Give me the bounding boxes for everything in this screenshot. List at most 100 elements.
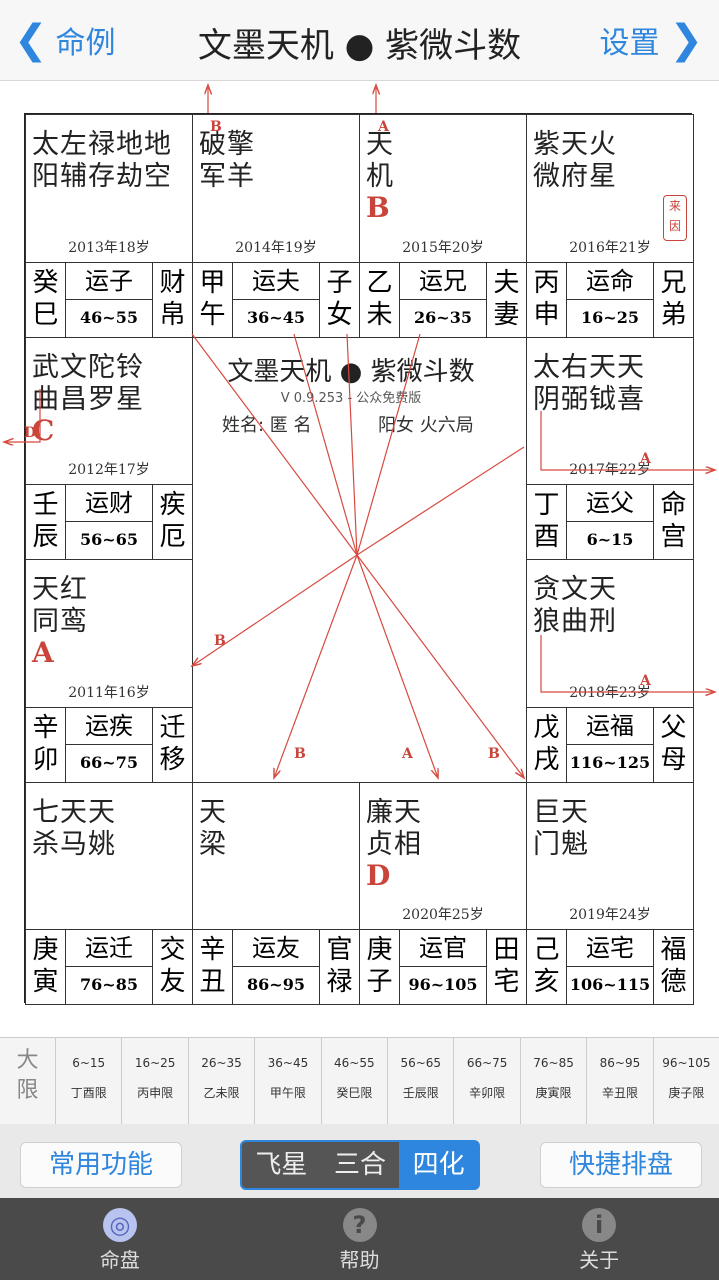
palace-stars: 天红 同鸾: [32, 574, 88, 637]
palace-info-row: 庚子运官 96~105 田宅: [360, 929, 526, 1004]
daxian-row: 大 限 6~15 丁酉限 16~25 丙申限 26~35 乙未限 36~45 甲午限 46~55…: [0, 1037, 719, 1125]
seg-feixing[interactable]: 飞星: [242, 1142, 321, 1188]
palace-stem: 丙申: [527, 262, 567, 337]
daxian-item[interactable]: 76~85 庚寅限: [521, 1038, 588, 1124]
palace-range: 66~75: [80, 752, 138, 772]
daxian-item[interactable]: 16~25 丙申限: [122, 1038, 189, 1124]
palace-yun: 运子: [66, 263, 152, 300]
palace-yun: 运福: [567, 708, 653, 745]
palace-stem: 戊戌: [527, 707, 567, 782]
palace-name: 财帛: [152, 262, 192, 337]
palace-range: 6~15: [586, 530, 634, 549]
laiyin-stamp: 来因: [663, 195, 687, 241]
palace-cell[interactable]: 七天天 杀马姚庚寅运迁 76~85 交友: [25, 781, 193, 1005]
palace-yun: 运友: [233, 930, 319, 967]
palace-cell[interactable]: 天梁辛丑运友 86~95 官禄: [192, 781, 360, 1005]
palace-info-row: 乙未运兄 26~35 夫妻: [360, 261, 526, 337]
palace-age: 2012年17岁: [68, 462, 150, 478]
daxian-item[interactable]: 66~75 辛卯限: [454, 1038, 521, 1124]
tab-label: 帮助: [339, 1248, 380, 1272]
tab-mingpan[interactable]: ◎ 命盘: [0, 1198, 240, 1280]
palace-name: 子女: [319, 262, 359, 337]
palace-yun: 运宅: [567, 930, 653, 967]
tab-about[interactable]: i 关于: [479, 1198, 719, 1280]
target-icon: ◎: [102, 1208, 137, 1242]
palace-info-row: 癸巳运子 46~55 财帛: [26, 261, 192, 337]
palace-range: 106~115: [569, 975, 651, 994]
palace-info-row: 戊戌运福 116~125 父母: [527, 706, 693, 782]
palace-stem: 庚子: [360, 930, 400, 1004]
marker-label: A: [378, 119, 389, 135]
palace-age: 2013年18岁: [68, 239, 150, 256]
palace-cell[interactable]: 破擎 军羊 2014年19岁甲午运夫 36~45 子女: [192, 114, 360, 338]
daxian-item[interactable]: 86~95 辛丑限: [587, 1038, 654, 1124]
daxian-item[interactable]: 6~15 丁酉限: [56, 1038, 123, 1124]
palace-cell[interactable]: 武文陀铃 曲昌罗星 C 2012年17岁壬辰运财 56~65 疾厄: [25, 336, 193, 560]
sihua-mark: A: [32, 636, 54, 669]
marker-label: B: [214, 633, 226, 649]
palace-age: 2015年20岁: [402, 239, 484, 256]
palace-yun: 运命: [567, 263, 653, 300]
seg-sanhe[interactable]: 三合: [321, 1142, 400, 1188]
palace-cell[interactable]: 天红 同鸾 A 2011年16岁辛卯运疾 66~75 迁移: [25, 559, 193, 783]
palace-range: 116~125: [569, 752, 651, 772]
chart-grid: 太左禄地地 阳辅存劫空 2013年18岁癸巳运子 46~55 财帛 破擎 军羊 2014年19…: [24, 113, 694, 1005]
palace-info-row: 辛卯运疾 66~75 迁移: [26, 706, 192, 782]
daxian-item[interactable]: 96~105 庚子限: [654, 1038, 719, 1124]
question-icon: ?: [342, 1208, 377, 1242]
palace-stem: 己亥: [527, 930, 567, 1004]
palace-stem: 壬辰: [26, 485, 66, 559]
palace-cell[interactable]: 巨天 门魁 2019年24岁己亥运宅 106~115 福德: [526, 781, 694, 1005]
palace-stem: 丁酉: [527, 485, 567, 559]
palace-range: 76~85: [80, 975, 138, 994]
palace-range: 56~65: [80, 530, 138, 549]
palace-cell[interactable]: 太右天天 阴弼钺喜 2017年22岁丁酉运父 6~15 命宫: [526, 336, 694, 560]
palace-stars: 廉天 贞相: [366, 796, 422, 860]
center-title: 文墨天机 ● 紫微斗数: [227, 357, 475, 387]
palace-stem: 辛丑: [193, 930, 233, 1004]
palace-stem: 甲午: [193, 262, 233, 337]
palace-yun: 运疾: [66, 708, 152, 745]
daxian-label: 大 限: [0, 1038, 56, 1124]
settings-button[interactable]: 设置 ❯: [599, 17, 703, 63]
seg-sihua[interactable]: 四化: [399, 1142, 478, 1188]
palace-yun: 运财: [66, 485, 152, 522]
tab-label: 关于: [579, 1248, 620, 1272]
tab-help[interactable]: ? 帮助: [240, 1198, 480, 1280]
daxian-item[interactable]: 26~35 乙未限: [189, 1038, 256, 1124]
palace-age: 2016年21岁: [569, 239, 651, 256]
palace-stem: 癸巳: [26, 262, 66, 337]
palace-age: 2019年24岁: [569, 907, 651, 923]
palace-stars: 武文陀铃 曲昌罗星: [32, 351, 144, 415]
palace-cell[interactable]: 天机 B 2015年20岁乙未运兄 26~35 夫妻: [359, 114, 527, 338]
palace-info-row: 壬辰运财 56~65 疾厄: [26, 484, 192, 559]
palace-cell[interactable]: 廉天 贞相 D 2020年25岁庚子运官 96~105 田宅: [359, 781, 527, 1005]
palace-stars: 天梁: [199, 796, 227, 860]
daxian-item[interactable]: 36~45 甲午限: [255, 1038, 322, 1124]
ziwei-chart: 太左禄地地 阳辅存劫空 2013年18岁癸巳运子 46~55 财帛 破擎 军羊 2014年19…: [0, 81, 719, 1037]
daxian-item[interactable]: 46~55 癸巳限: [322, 1038, 389, 1124]
quick-chart-button[interactable]: 快捷排盘: [540, 1142, 702, 1188]
tab-label: 命盘: [99, 1248, 140, 1272]
palace-stars: 紫天火 微府星: [533, 129, 617, 192]
palace-cell[interactable]: 贪文天 狼曲刑 2018年23岁戊戌运福 116~125 父母: [526, 559, 694, 783]
palace-info-row: 丙申运命 16~25 兄弟: [527, 261, 693, 337]
daxian-item[interactable]: 56~65 壬辰限: [388, 1038, 455, 1124]
palace-range: 36~45: [247, 307, 305, 327]
palace-info-row: 丁酉运父 6~15 命宫: [527, 484, 693, 559]
palace-age: 2020年25岁: [402, 907, 484, 923]
palace-name: 福德: [653, 930, 693, 1004]
mode-segmented-control: 飞星 三合 四化: [240, 1140, 480, 1190]
palace-age: 2018年23岁: [569, 684, 651, 701]
palace-name: 兄弟: [653, 262, 693, 337]
palace-name: 迁移: [152, 707, 192, 782]
palace-age: 2017年22岁: [569, 462, 651, 478]
sihua-mark: B: [366, 191, 390, 224]
palace-cell[interactable]: 紫天火 微府星 来因 2016年21岁丙申运命 16~25 兄弟: [526, 114, 694, 338]
marker-label: B: [210, 119, 222, 135]
palace-info-row: 庚寅运迁 76~85 交友: [26, 929, 192, 1004]
common-functions-button[interactable]: 常用功能: [20, 1142, 182, 1188]
palace-age: 2014年19岁: [235, 239, 317, 256]
palace-stars: 天机: [366, 129, 394, 192]
palace-cell[interactable]: 太左禄地地 阳辅存劫空 2013年18岁癸巳运子 46~55 财帛: [25, 114, 193, 338]
